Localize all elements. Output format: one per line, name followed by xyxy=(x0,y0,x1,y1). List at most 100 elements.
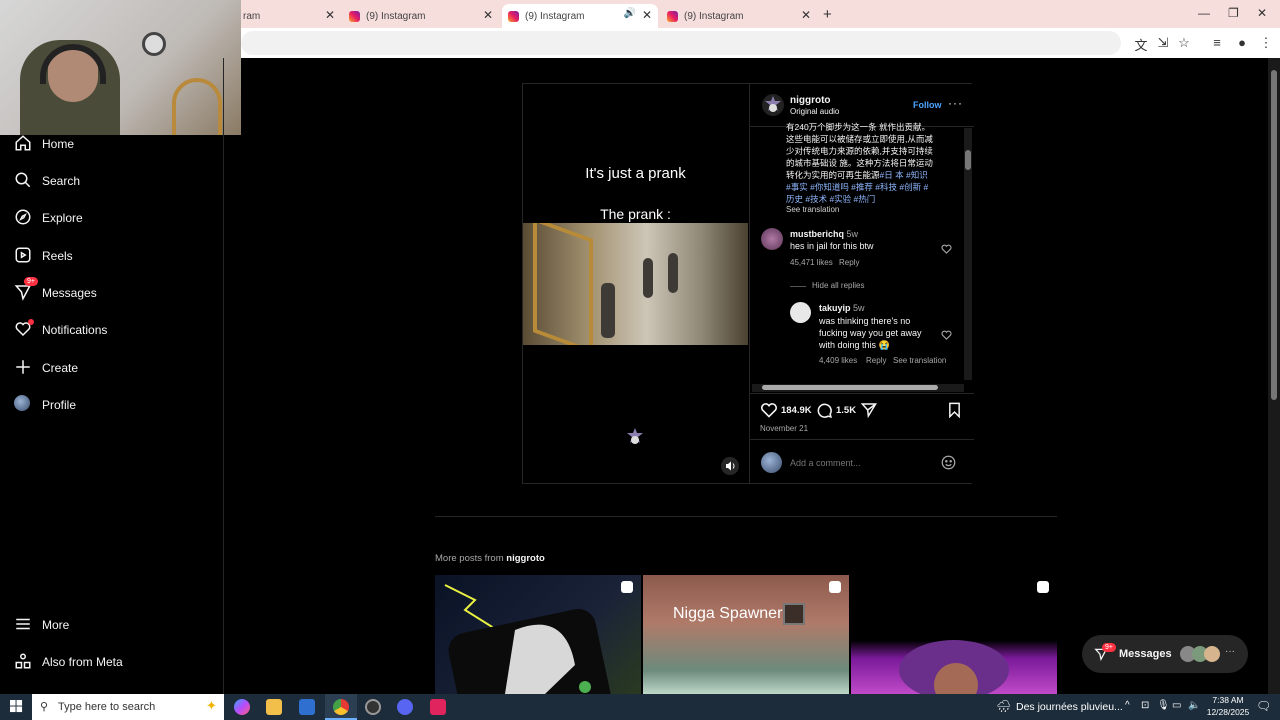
comment-icon[interactable] xyxy=(816,402,833,424)
tray-app-icon[interactable]: ⊡ xyxy=(1141,700,1149,711)
caption-line: 的城市基础设 施。这种方法将日常运动 xyxy=(786,158,933,168)
horizontal-scrollbar[interactable] xyxy=(752,384,964,392)
sidebar-item-reels[interactable]: Reels xyxy=(14,242,73,270)
section-divider xyxy=(435,516,1057,517)
notification-center-icon[interactable]: 🗨 xyxy=(1256,699,1271,713)
restore-button[interactable]: ❐ xyxy=(1228,6,1239,20)
translate-icon[interactable]: 文 xyxy=(1133,35,1149,54)
comment-count[interactable]: 1.5K xyxy=(836,405,856,416)
chrome-taskbar-item[interactable] xyxy=(325,694,357,720)
commenter-avatar[interactable] xyxy=(761,228,783,250)
post-thumbnail[interactable]: Nigga Spawner xyxy=(643,575,849,694)
follow-button[interactable]: Follow xyxy=(913,100,942,110)
see-translation-link[interactable]: See translation xyxy=(786,205,839,214)
sidebar-item-home[interactable]: Home xyxy=(14,130,74,158)
close-tab-icon[interactable]: ✕ xyxy=(483,8,493,22)
divider xyxy=(750,393,974,394)
reel-video[interactable]: It's just a prank The prank : xyxy=(523,84,748,483)
network-icon[interactable]: ▭ xyxy=(1172,700,1181,711)
save-icon[interactable] xyxy=(947,402,962,423)
browser-menu-icon[interactable]: ⋮ xyxy=(1258,35,1274,51)
tab-label: ram xyxy=(243,10,261,22)
microphone-icon[interactable]: 🎙 xyxy=(1157,700,1170,711)
file-explorer-icon[interactable] xyxy=(266,699,282,715)
comments-scrollbar[interactable] xyxy=(964,128,972,380)
post-username[interactable]: niggroto xyxy=(790,95,831,106)
post-thumbnail[interactable] xyxy=(851,575,1057,694)
post-thumbnail[interactable] xyxy=(435,575,641,694)
comment-username[interactable]: mustberichq xyxy=(790,229,844,239)
sidebar-item-notifications[interactable]: Notifications xyxy=(14,316,107,344)
more-posts-username[interactable]: niggroto xyxy=(506,553,545,564)
user-avatar[interactable] xyxy=(762,94,784,116)
copilot-icon[interactable] xyxy=(234,699,250,715)
clock-time[interactable]: 7:38 AM xyxy=(1206,695,1250,705)
new-tab-button[interactable]: + xyxy=(823,6,832,23)
app-icon[interactable] xyxy=(430,699,446,715)
comment-line: fucking way you get away xyxy=(819,328,922,338)
more-options-icon[interactable]: ··· xyxy=(948,96,963,110)
audio-label[interactable]: Original audio xyxy=(790,107,839,116)
see-translation-link[interactable]: See translation xyxy=(893,356,946,365)
taskbar-search-box[interactable]: ⚲ Type here to search ✦ xyxy=(32,694,224,720)
sidebar-item-more[interactable]: More xyxy=(14,611,69,639)
add-comment-input[interactable] xyxy=(790,456,930,470)
hashtags[interactable]: #日 本 #知识 xyxy=(880,170,928,180)
speaker-icon[interactable]: 🔊 xyxy=(624,8,636,19)
tab-instagram-4[interactable]: (9) Instagram ✕ xyxy=(661,4,817,28)
weather-text[interactable]: Des journées pluvieu... xyxy=(1016,701,1123,713)
caption-line: 转化为实用的可再生能源 xyxy=(786,170,880,180)
url-field[interactable] xyxy=(241,31,1121,55)
sidebar-item-profile[interactable]: Profile xyxy=(14,391,76,419)
tab-instagram-1[interactable]: ram ✕ xyxy=(241,4,341,28)
install-app-icon[interactable]: ⇲ xyxy=(1155,35,1171,51)
profile-avatar-icon[interactable]: ● xyxy=(1234,35,1250,50)
volume-icon[interactable]: 🔈 xyxy=(1188,700,1200,711)
sidebar-item-also-from-meta[interactable]: Also from Meta xyxy=(14,648,123,676)
close-tab-icon[interactable]: ✕ xyxy=(642,8,652,22)
thumbnail-text: Nigga Spawner xyxy=(673,605,783,622)
share-icon[interactable] xyxy=(860,402,877,423)
sidebar-item-explore[interactable]: Explore xyxy=(14,204,83,232)
emoji-icon[interactable] xyxy=(941,455,956,475)
page-scrollbar[interactable] xyxy=(1268,58,1280,694)
like-count[interactable]: 184.9K xyxy=(781,405,812,416)
bookmark-star-icon[interactable]: ☆ xyxy=(1176,35,1192,51)
like-comment-icon[interactable] xyxy=(941,327,952,340)
floating-messages-button[interactable]: 9+ Messages ··· xyxy=(1082,635,1248,673)
sidebar-item-messages[interactable]: 9+ Messages xyxy=(14,277,97,307)
hide-replies-button[interactable]: Hide all replies xyxy=(812,281,864,290)
speaker-icon[interactable] xyxy=(721,457,739,475)
more-contacts-icon[interactable]: ··· xyxy=(1225,646,1235,657)
sidebar-item-create[interactable]: Create xyxy=(14,354,78,382)
discord-icon[interactable] xyxy=(397,699,413,715)
comment-likes[interactable]: 45,471 likes xyxy=(790,258,833,267)
media-control-icon[interactable]: ≡ xyxy=(1209,35,1225,50)
hashtags[interactable]: 历史 #技术 #实验 #热门 xyxy=(786,193,956,205)
clock-date[interactable]: 12/28/2025 xyxy=(1204,707,1252,717)
search-icon: ⚲ xyxy=(40,701,49,713)
like-comment-icon[interactable] xyxy=(941,241,952,254)
comment-likes[interactable]: 4,409 likes xyxy=(819,356,857,365)
sidebar-item-search[interactable]: Search xyxy=(14,167,80,195)
windows-start-icon[interactable] xyxy=(10,700,23,718)
sidebar-item-label: Messages xyxy=(42,286,97,300)
tray-chevron-icon[interactable]: ^ xyxy=(1125,700,1130,711)
video-caption: It's just a prank xyxy=(585,165,686,182)
comment-username[interactable]: takuyip xyxy=(819,303,851,313)
like-button[interactable] xyxy=(760,402,778,423)
tab-instagram-2[interactable]: (9) Instagram ✕ xyxy=(343,4,499,28)
close-tab-icon[interactable]: ✕ xyxy=(801,8,811,22)
obs-icon[interactable] xyxy=(365,699,381,715)
close-window-button[interactable]: ✕ xyxy=(1257,6,1267,20)
close-tab-icon[interactable]: ✕ xyxy=(325,8,335,22)
reply-button[interactable]: Reply xyxy=(866,356,886,365)
tab-label: (9) Instagram xyxy=(525,10,585,22)
minimize-button[interactable]: — xyxy=(1198,6,1210,20)
hashtags[interactable]: #事实 #你知道吗 #推荐 #科技 #创新 # xyxy=(786,181,956,193)
tab-instagram-active[interactable]: (9) Instagram 🔊 ✕ xyxy=(502,4,658,28)
reply-button[interactable]: Reply xyxy=(839,258,859,267)
commenter-avatar[interactable] xyxy=(790,302,811,323)
store-icon[interactable] xyxy=(299,699,315,715)
messages-badge: 9+ xyxy=(24,277,38,286)
